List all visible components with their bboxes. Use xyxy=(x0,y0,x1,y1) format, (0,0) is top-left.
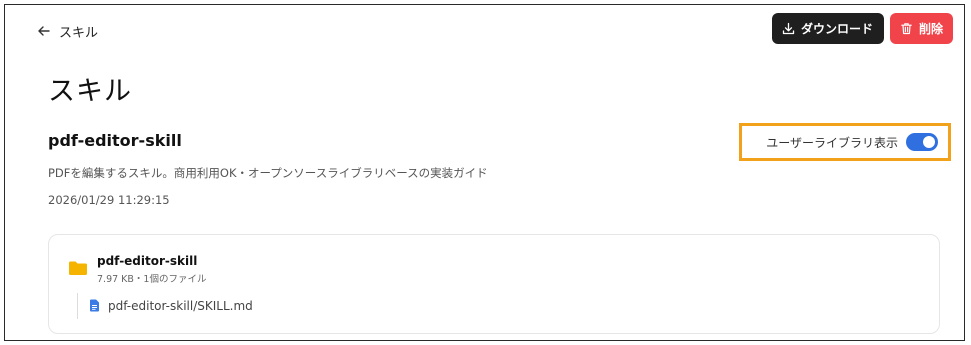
user-library-visibility-setting: ユーザーライブラリ表示 xyxy=(739,123,951,161)
trash-icon xyxy=(901,23,912,35)
file-icon xyxy=(90,299,99,312)
skill-detail-window: スキル ダウンロード 削除 スキル pdf-editor-skill ユーザーラ… xyxy=(4,4,965,341)
download-icon xyxy=(782,22,795,35)
top-bar: スキル ダウンロード 削除 xyxy=(5,5,964,53)
toggle-knob xyxy=(923,136,935,148)
arrow-left-icon xyxy=(38,26,50,36)
folder-name[interactable]: pdf-editor-skill xyxy=(97,254,197,268)
skill-description: PDFを編集するスキル。商用利用OK・オープンソースライブラリベースの実装ガイド xyxy=(48,166,488,180)
file-tree-card: pdf-editor-skill 7.97 KB・1個のファイル pdf-edi… xyxy=(48,234,940,334)
skill-name: pdf-editor-skill xyxy=(48,131,182,150)
visibility-toggle-label: ユーザーライブラリ表示 xyxy=(766,135,898,150)
delete-label: 削除 xyxy=(919,22,944,36)
skill-date: 2026/01/29 11:29:15 xyxy=(48,193,170,207)
back-label: スキル xyxy=(59,25,99,41)
folder-icon xyxy=(69,261,87,275)
download-button[interactable]: ダウンロード xyxy=(772,13,884,44)
folder-meta: 7.97 KB・1個のファイル xyxy=(97,274,207,285)
page-title: スキル xyxy=(48,76,132,107)
delete-button[interactable]: 削除 xyxy=(890,13,953,44)
file-item[interactable]: pdf-editor-skill/SKILL.md xyxy=(108,299,253,313)
download-label: ダウンロード xyxy=(801,22,874,36)
visibility-toggle[interactable] xyxy=(906,133,938,151)
tree-connector xyxy=(77,293,78,319)
back-link[interactable]: スキル xyxy=(37,21,98,41)
